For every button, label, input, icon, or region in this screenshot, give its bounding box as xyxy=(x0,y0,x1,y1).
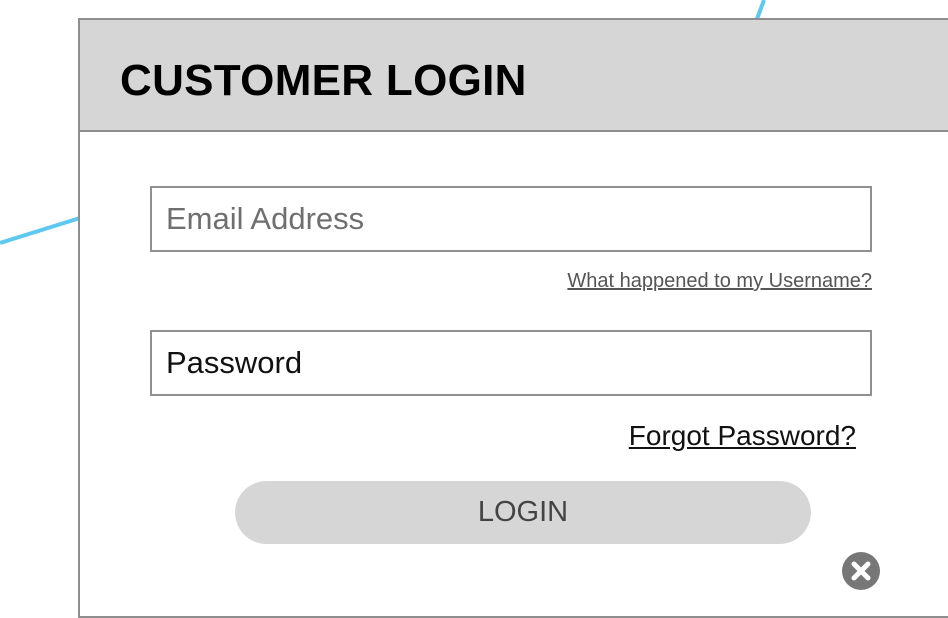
connector-line-left xyxy=(0,216,81,245)
email-field[interactable] xyxy=(150,186,872,252)
login-button[interactable]: LOGIN xyxy=(235,481,811,544)
close-icon xyxy=(842,552,880,590)
connector-line-top xyxy=(755,0,766,20)
panel-header: CUSTOMER LOGIN xyxy=(80,20,948,132)
forgot-password-link[interactable]: Forgot Password? xyxy=(629,420,856,452)
username-help-link[interactable]: What happened to my Username? xyxy=(567,270,872,293)
password-field[interactable] xyxy=(150,330,872,396)
page-title: CUSTOMER LOGIN xyxy=(120,56,527,105)
close-button[interactable] xyxy=(841,551,881,591)
